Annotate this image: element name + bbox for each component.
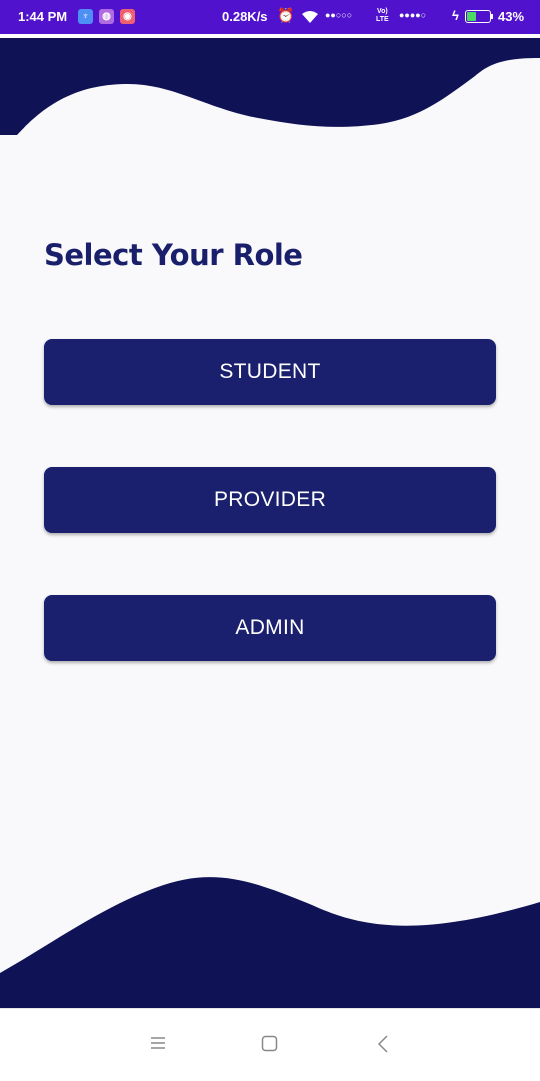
lte-label-bottom: LTE xyxy=(376,16,389,23)
home-square-icon[interactable] xyxy=(261,1035,278,1052)
app-icon: ◍ xyxy=(99,9,114,24)
status-time: 1:44 PM xyxy=(18,9,68,24)
student-role-button[interactable]: STUDENT xyxy=(44,339,496,405)
signal-strength-1: ●●○○○ xyxy=(325,10,353,20)
app-icon: ◉ xyxy=(120,9,135,24)
back-chevron-icon[interactable] xyxy=(377,1035,389,1053)
volte-lte-icon: Vo) LTE xyxy=(376,8,389,24)
settings-app-icon: ♆ xyxy=(78,9,93,24)
wifi-icon xyxy=(302,11,318,23)
status-bar: 1:44 PM ♆ ◍ ◉ 0.28K/s ⏰ ●●○○○ Vo) LTE ●●… xyxy=(0,0,540,34)
top-wave-decoration xyxy=(0,38,540,135)
menu-icon[interactable] xyxy=(150,1035,166,1051)
network-speed: 0.28K/s xyxy=(222,9,268,24)
page-title: Select Your Role xyxy=(44,238,303,272)
alarm-icon: ⏰ xyxy=(277,7,295,23)
battery-fill xyxy=(467,12,477,21)
charging-icon: ϟ xyxy=(452,8,459,23)
lte-label-top: Vo) xyxy=(376,8,388,15)
provider-role-button[interactable]: PROVIDER xyxy=(44,467,496,533)
admin-role-button[interactable]: ADMIN xyxy=(44,595,496,661)
navigation-bar xyxy=(0,1008,540,1081)
battery-percent: 43% xyxy=(498,9,525,24)
battery-icon xyxy=(465,10,491,23)
bottom-wave-decoration xyxy=(0,877,540,1008)
signal-strength-2: ●●●●○ xyxy=(399,10,427,20)
battery-tip xyxy=(491,14,493,19)
